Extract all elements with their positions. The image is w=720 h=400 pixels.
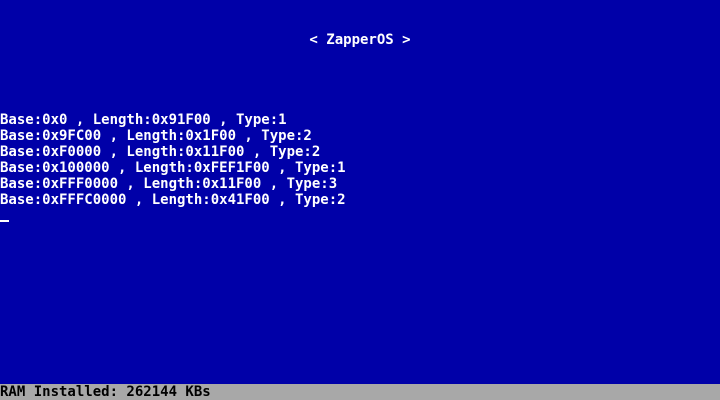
memory-map-entry: Base:0xFFF0000 , Length:0x11F00 , Type:3	[0, 176, 338, 192]
memory-map-entry: Base:0xFFFC0000 , Length:0x41F00 , Type:…	[0, 192, 346, 208]
memory-map-list: Base:0x0 , Length:0x91F00 , Type:1 Base:…	[0, 112, 346, 208]
text-cursor	[0, 220, 9, 222]
memory-map-entry: Base:0x9FC00 , Length:0x1F00 , Type:2	[0, 128, 312, 144]
memory-map-entry: Base:0x100000 , Length:0xFEF1F00 , Type:…	[0, 160, 346, 176]
status-bar: RAM Installed: 262144 KBs	[0, 384, 720, 400]
os-title: < ZapperOS >	[309, 32, 411, 48]
memory-map-entry: Base:0xF0000 , Length:0x11F00 , Type:2	[0, 144, 321, 160]
memory-map-entry: Base:0x0 , Length:0x91F00 , Type:1	[0, 112, 287, 128]
console-screen: < ZapperOS > Base:0x0 , Length:0x91F00 ,…	[0, 0, 720, 400]
